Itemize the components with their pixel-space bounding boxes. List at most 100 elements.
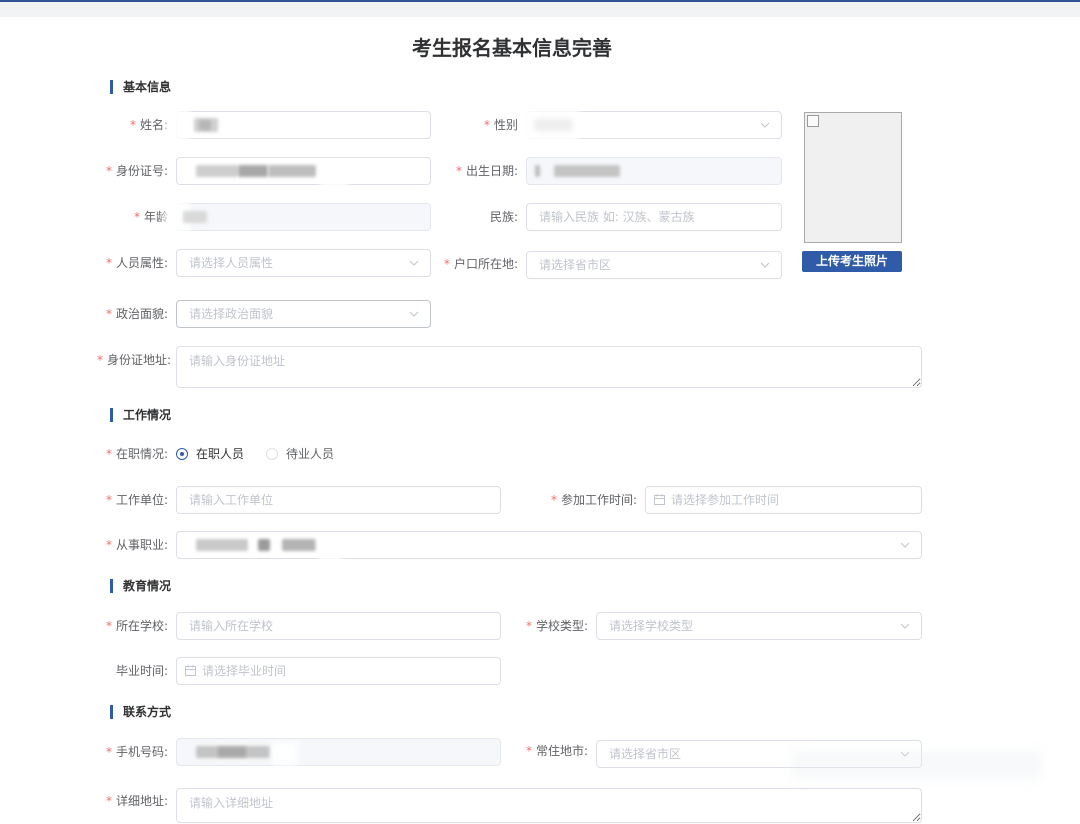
chevron-down-icon — [900, 751, 910, 757]
required-mark: * — [483, 118, 490, 132]
occupation-select[interactable] — [176, 531, 922, 561]
work-start-date-picker[interactable] — [645, 486, 922, 514]
required-mark: * — [96, 353, 103, 367]
political-status-label-text: 政治面貌: — [115, 307, 168, 321]
detail-address-textarea[interactable] — [176, 788, 922, 823]
school-field[interactable] — [176, 612, 501, 640]
section-accent-bar — [110, 408, 113, 422]
chevron-down-icon — [900, 542, 910, 548]
ethnicity-field[interactable] — [526, 203, 782, 231]
school-type-select-input[interactable] — [596, 612, 922, 640]
id-address-field[interactable] — [176, 346, 922, 388]
required-mark: * — [105, 619, 112, 633]
radio-label: 在职人员 — [196, 447, 245, 461]
required-mark: * — [105, 745, 112, 759]
residence-city-label-text: 常住地市: — [535, 744, 588, 758]
household-location-select-input[interactable] — [526, 251, 782, 279]
name-input[interactable] — [176, 111, 431, 139]
school-type-label-text: 学校类型: — [535, 619, 588, 633]
mobile-label-text: 手机号码: — [115, 745, 168, 759]
residence-city-label: * 常住地市: — [526, 743, 588, 759]
household-location-label-text: 户口所在地: — [453, 257, 518, 271]
section-title: 工作情况 — [123, 408, 172, 422]
name-label-text: 姓名: — [139, 118, 168, 132]
top-bar — [0, 0, 1080, 17]
upload-photo-button[interactable]: 上传考生照片 — [802, 251, 902, 272]
employer-input[interactable] — [176, 486, 501, 514]
id-address-label: * 身份证地址: — [97, 352, 171, 368]
required-mark: * — [133, 210, 140, 224]
required-mark: * — [105, 794, 112, 808]
section-education-info: 教育情况 — [110, 578, 171, 594]
political-status-label: * 政治面貌: — [106, 306, 168, 322]
birth-date-input — [526, 157, 782, 185]
age-label: * 年龄 — [134, 209, 168, 225]
school-type-select[interactable] — [596, 612, 922, 640]
radio-employed[interactable]: 在职人员 — [176, 447, 244, 461]
occupation-select-input[interactable] — [176, 531, 922, 559]
required-mark: * — [105, 164, 112, 178]
employment-status-label-text: 在职情况: — [115, 447, 168, 461]
school-input[interactable] — [176, 612, 501, 640]
political-status-select[interactable] — [176, 300, 431, 328]
radio-circle — [266, 448, 278, 460]
required-mark: * — [105, 538, 112, 552]
ethnicity-label-text: 民族: — [489, 210, 518, 224]
required-mark: * — [525, 619, 532, 633]
residence-city-select[interactable] — [596, 740, 922, 768]
employer-label-text: 工作单位: — [115, 493, 168, 507]
political-status-select-input[interactable] — [176, 300, 431, 328]
graduation-date-input[interactable] — [176, 657, 501, 685]
broken-image-icon — [807, 115, 819, 127]
id-address-textarea[interactable] — [176, 346, 922, 388]
chevron-down-icon — [760, 262, 770, 268]
graduation-date-picker[interactable] — [176, 657, 501, 685]
section-title: 教育情况 — [123, 579, 172, 593]
employer-field[interactable] — [176, 486, 501, 514]
radio-unemployed[interactable]: 待业人员 — [266, 447, 334, 461]
radio-circle — [176, 448, 188, 460]
required-mark: * — [105, 256, 112, 270]
residence-city-select-input[interactable] — [596, 740, 922, 768]
person-type-select[interactable] — [176, 249, 431, 277]
photo-preview — [804, 112, 902, 243]
gender-select[interactable] — [521, 108, 782, 142]
gender-label: * 性别 — [484, 117, 518, 133]
school-label-text: 所在学校: — [115, 619, 168, 633]
id-number-field[interactable] — [176, 157, 431, 189]
age-label-text: 年龄 — [143, 210, 168, 224]
work-start-date-label-text: 参加工作时间: — [560, 493, 637, 507]
household-location-select[interactable] — [526, 251, 782, 279]
required-mark: * — [550, 493, 557, 507]
required-mark: * — [455, 164, 462, 178]
household-location-label: * 户口所在地: — [444, 256, 518, 272]
graduation-date-label: 毕业时间: — [116, 663, 168, 679]
required-mark: * — [105, 493, 112, 507]
occupation-label: * 从事职业: — [106, 537, 168, 553]
id-number-input[interactable] — [176, 157, 431, 185]
name-field[interactable] — [166, 109, 431, 141]
name-label: * 姓名: — [130, 117, 168, 133]
required-mark: * — [105, 447, 112, 461]
section-work-info: 工作情况 — [110, 407, 171, 423]
detail-address-field[interactable] — [176, 788, 922, 823]
chevron-down-icon — [409, 260, 419, 266]
age-input — [176, 203, 431, 231]
section-basic-info: 基本信息 — [110, 79, 171, 95]
school-type-label: * 学校类型: — [526, 618, 588, 634]
section-title: 基本信息 — [123, 80, 172, 94]
birth-date-label: * 出生日期: — [456, 163, 518, 179]
id-address-label-text: 身份证地址: — [106, 353, 171, 367]
graduation-date-label-text: 毕业时间: — [115, 664, 168, 678]
employment-status-label: * 在职情况: — [106, 446, 168, 462]
work-start-date-input[interactable] — [645, 486, 922, 514]
detail-address-label: * 详细地址: — [106, 793, 168, 809]
radio-label: 待业人员 — [286, 447, 335, 461]
ethnicity-input[interactable] — [526, 203, 782, 231]
mobile-input — [176, 738, 501, 766]
birth-date-field — [526, 157, 782, 185]
gender-select-input[interactable] — [526, 111, 782, 139]
section-title: 联系方式 — [123, 705, 172, 719]
section-accent-bar — [110, 80, 113, 94]
person-type-select-input[interactable] — [176, 249, 431, 277]
